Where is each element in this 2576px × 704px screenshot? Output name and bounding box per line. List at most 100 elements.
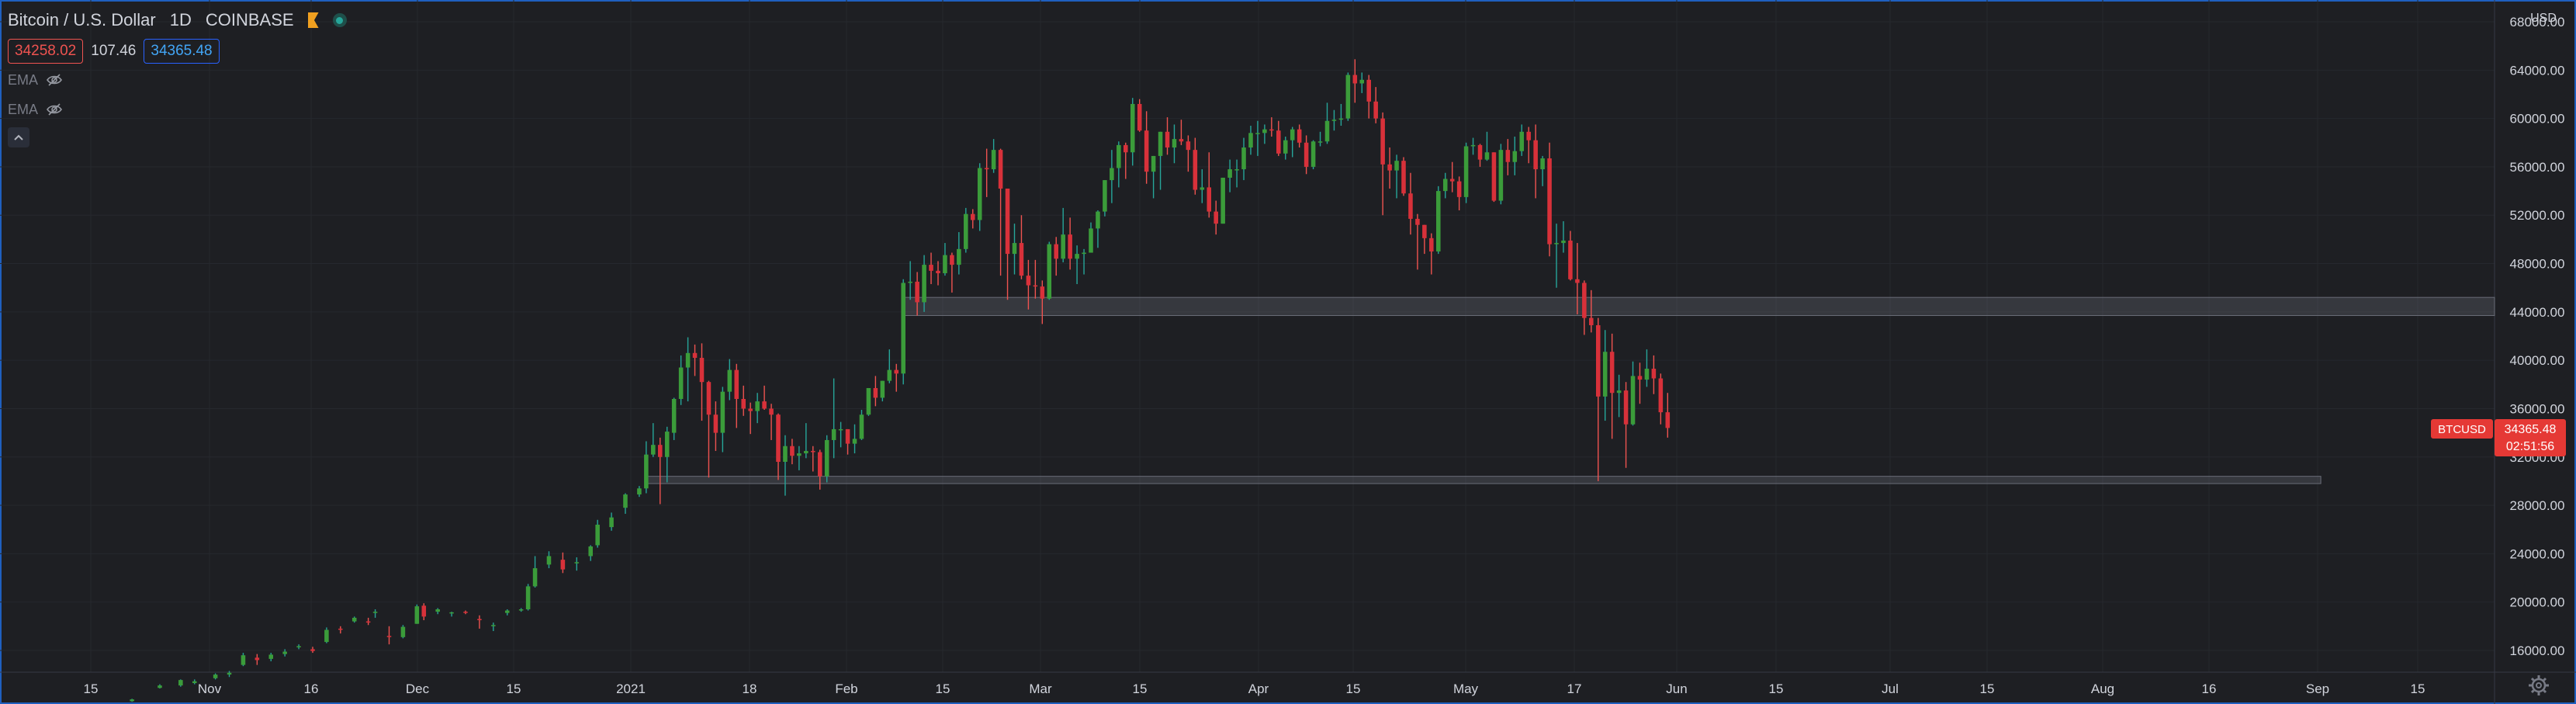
symbol-name[interactable]: Bitcoin / U.S. Dollar [8, 10, 156, 30]
price-axis[interactable]: USD 16000.0020000.0024000.0028000.003200… [2510, 12, 2565, 658]
candle-body [1394, 161, 1399, 171]
candle-body [908, 281, 912, 283]
candle-body [762, 401, 767, 409]
candle [1290, 127, 1295, 158]
price-chart[interactable]: USD 16000.0020000.0024000.0028000.003200… [0, 0, 2576, 704]
candle-body [1137, 103, 1142, 131]
candle [783, 435, 788, 496]
candle-body [699, 358, 705, 383]
candle [943, 243, 947, 276]
candle-body [657, 445, 663, 457]
candle [1255, 120, 1260, 156]
support-resistance-zone[interactable] [646, 476, 2322, 484]
candle-body [1630, 376, 1636, 425]
candle [859, 410, 864, 440]
candle-body [713, 414, 718, 433]
candle [400, 625, 406, 639]
candle [866, 387, 871, 416]
candle-body [546, 556, 552, 565]
symbol-header[interactable]: Bitcoin / U.S. Dollar 1D COINBASE [8, 6, 347, 34]
candle [158, 684, 162, 689]
candle-body [1547, 158, 1552, 244]
candle [1491, 152, 1497, 203]
candle-body [1026, 276, 1031, 286]
candle-body [504, 610, 510, 613]
candle [901, 279, 905, 385]
candle-body [1262, 129, 1267, 134]
x-tick-label: 15 [84, 681, 99, 696]
candle-body [894, 369, 899, 374]
candle-body [852, 439, 857, 444]
candle-body [1317, 141, 1323, 143]
candle-body [1373, 101, 1378, 119]
candle-body [241, 655, 246, 665]
candle [1130, 98, 1135, 166]
candle [1227, 159, 1232, 192]
candle [1276, 120, 1281, 156]
y-tick-label: 16000.00 [2510, 643, 2565, 658]
buy-price-button[interactable]: 34365.48 [144, 39, 220, 64]
candle [1304, 135, 1309, 175]
y-tick-label: 68000.00 [2510, 15, 2565, 29]
candle [1110, 150, 1114, 203]
candle-body [929, 265, 933, 271]
candle-body [845, 428, 850, 444]
bid-ask-row: 34258.02 107.46 34365.48 [8, 39, 347, 64]
candle-body [1130, 103, 1135, 153]
candle-body [671, 398, 677, 433]
candle-body [192, 681, 197, 684]
candle [1484, 131, 1490, 161]
candle-body [776, 414, 781, 462]
indicator-ema-2[interactable]: EMA [8, 96, 347, 123]
eye-hidden-icon[interactable] [46, 103, 63, 116]
y-tick-label: 36000.00 [2510, 401, 2565, 416]
candle-body [866, 387, 871, 415]
flag-icon[interactable] [307, 12, 319, 28]
candle [130, 699, 134, 702]
candle-body [880, 380, 885, 398]
interval[interactable]: 1D [170, 10, 192, 30]
market-status-icon[interactable] [332, 13, 347, 27]
candle [1297, 124, 1302, 148]
candle-body [421, 605, 427, 617]
candle [1435, 186, 1441, 255]
candle-body [817, 452, 822, 477]
candle [957, 232, 961, 275]
candle-body [1554, 243, 1559, 244]
candle [574, 557, 580, 571]
eye-hidden-icon[interactable] [46, 74, 63, 86]
candle-body [1193, 150, 1198, 190]
x-tick-label: 2021 [616, 681, 646, 696]
last-price-symbol: BTCUSD [2438, 423, 2486, 436]
candle [1630, 361, 1636, 426]
zones [646, 297, 2495, 484]
candle [338, 626, 343, 634]
support-resistance-zone[interactable] [902, 297, 2495, 317]
indicator-label: EMA [8, 101, 39, 117]
y-tick-label: 60000.00 [2510, 112, 2565, 127]
candle [998, 148, 1003, 276]
candle-body [1012, 243, 1017, 255]
candle [372, 609, 378, 618]
candle-body [338, 628, 343, 630]
candle-body [1124, 144, 1128, 153]
candle [1117, 141, 1121, 188]
candle-body [178, 680, 183, 686]
candle-body [1241, 147, 1246, 170]
candle-body [1435, 191, 1441, 251]
candle-body [1345, 75, 1351, 119]
candle [1512, 137, 1518, 175]
candle [936, 261, 940, 286]
collapse-legend-button[interactable] [8, 127, 29, 147]
sell-price-button[interactable]: 34258.02 [8, 39, 84, 64]
settings-gear-icon[interactable] [2529, 675, 2549, 695]
candle [1033, 259, 1038, 299]
candle [811, 446, 815, 472]
candle [873, 376, 878, 407]
candle-body [282, 651, 287, 654]
time-axis[interactable]: 15 Nov 16 Dec 15 2021 18 Feb 15 Mar 15 Apr 15 May 17 Ju… [84, 681, 2425, 696]
indicator-ema-1[interactable]: EMA [8, 67, 347, 93]
candle [1380, 112, 1385, 216]
candle [1241, 137, 1246, 181]
candle [1415, 213, 1420, 270]
